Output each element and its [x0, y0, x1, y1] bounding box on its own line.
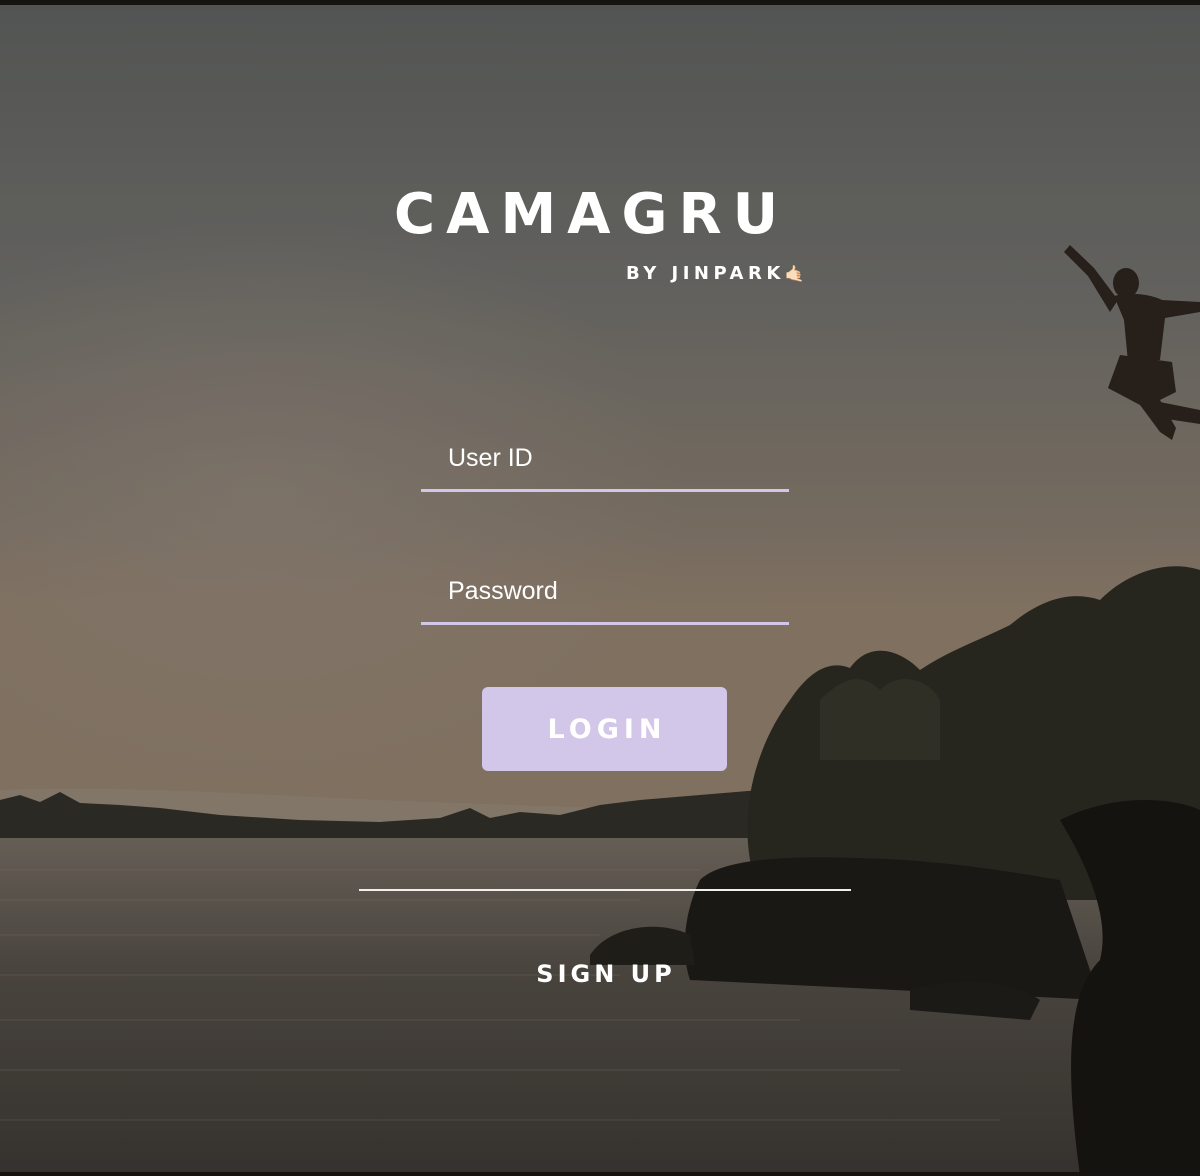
user-id-field-wrapper — [421, 430, 789, 492]
call-me-hand-icon: 🤙🏻 — [784, 264, 805, 283]
login-button[interactable]: LOGIN — [482, 687, 727, 771]
password-field-wrapper — [421, 563, 789, 625]
login-page: CAMAGRU BY JINPARK🤙🏻 LOGIN SIGN UP — [0, 0, 1200, 1176]
divider — [359, 889, 851, 891]
window-bottom-edge — [0, 1172, 1200, 1176]
user-id-input[interactable] — [448, 440, 778, 476]
window-top-edge — [0, 0, 1200, 5]
login-content: CAMAGRU BY JINPARK🤙🏻 LOGIN SIGN UP — [0, 0, 1200, 1176]
app-logo-byline: BY JINPARK🤙🏻 — [626, 262, 805, 286]
signup-link[interactable]: SIGN UP — [504, 957, 704, 991]
byline-text: BY JINPARK — [626, 263, 785, 284]
password-input[interactable] — [448, 573, 778, 609]
app-logo-title: CAMAGRU — [394, 182, 790, 247]
